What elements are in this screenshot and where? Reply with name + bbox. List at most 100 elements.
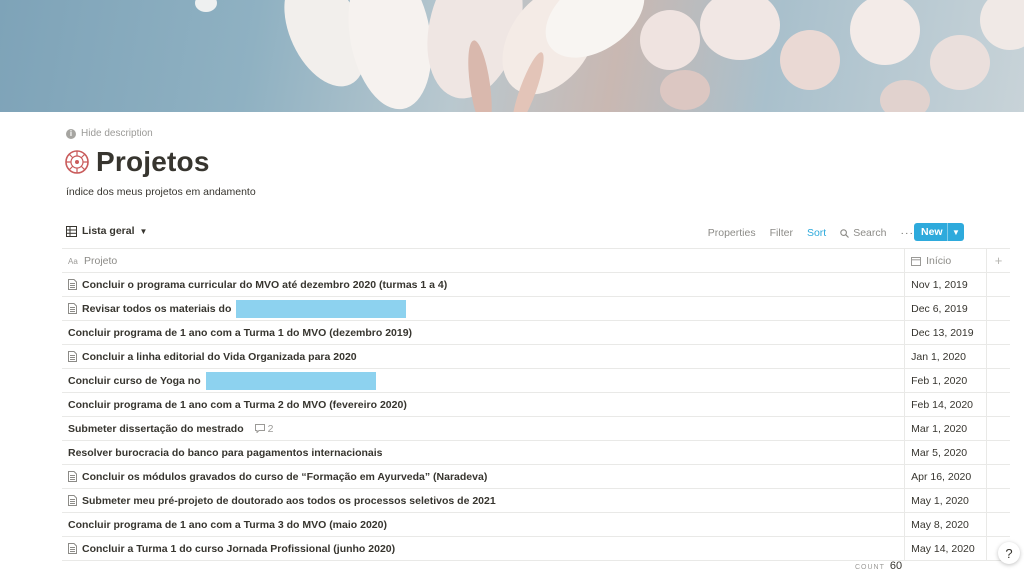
table-row[interactable]: Revisar todos os materiais do Dec 6, 2019 bbox=[62, 297, 1010, 321]
row-project-name: Concluir a linha editorial do Vida Organ… bbox=[82, 350, 357, 363]
row-project-cell[interactable]: Concluir curso de Yoga no bbox=[62, 369, 904, 392]
table-icon bbox=[66, 225, 77, 237]
row-project-name: Revisar todos os materiais do bbox=[82, 302, 232, 315]
row-project-cell[interactable]: Concluir a linha editorial do Vida Organ… bbox=[62, 345, 904, 368]
row-project-cell[interactable]: Concluir o programa curricular do MVO at… bbox=[62, 273, 904, 296]
table-header: Aa Projeto Início + bbox=[62, 248, 1010, 273]
row-empty-cell bbox=[986, 417, 1010, 440]
row-project-name: Concluir o programa curricular do MVO at… bbox=[82, 278, 448, 291]
hide-description-label: Hide description bbox=[81, 128, 153, 139]
projects-table: Aa Projeto Início + Concluir o programa … bbox=[62, 248, 1010, 561]
table-row[interactable]: Concluir programa de 1 ano com a Turma 1… bbox=[62, 321, 1010, 345]
row-empty-cell bbox=[986, 321, 1010, 344]
row-start-date[interactable]: May 8, 2020 bbox=[904, 513, 986, 536]
row-start-date[interactable]: Dec 6, 2019 bbox=[904, 297, 986, 320]
help-button[interactable]: ? bbox=[998, 542, 1020, 564]
filter-button[interactable]: Filter bbox=[770, 227, 793, 239]
row-start-date[interactable]: Mar 1, 2020 bbox=[904, 417, 986, 440]
chevron-down-icon: ▼ bbox=[139, 226, 148, 236]
row-project-cell[interactable]: Submeter dissertação do mestrado 2 bbox=[62, 417, 904, 440]
new-button[interactable]: New ▼ bbox=[914, 223, 964, 241]
column-header-projeto-label: Projeto bbox=[84, 254, 118, 267]
row-project-name: Concluir programa de 1 ano com a Turma 2… bbox=[68, 398, 407, 411]
row-project-name: Concluir programa de 1 ano com a Turma 3… bbox=[68, 518, 387, 531]
properties-button[interactable]: Properties bbox=[708, 227, 756, 239]
table-row[interactable]: Concluir os módulos gravados do curso de… bbox=[62, 465, 1010, 489]
table-row[interactable]: Submeter dissertação do mestrado 2 Mar 1, … bbox=[62, 417, 1010, 441]
row-project-cell[interactable]: Concluir programa de 1 ano com a Turma 2… bbox=[62, 393, 904, 416]
row-start-date[interactable]: Jan 1, 2020 bbox=[904, 345, 986, 368]
document-icon bbox=[68, 495, 77, 506]
page-description[interactable]: índice dos meus projetos em andamento bbox=[66, 186, 256, 198]
row-project-cell[interactable]: Submeter meu pré-projeto de doutorado ao… bbox=[62, 489, 904, 512]
cover-image bbox=[0, 0, 1024, 112]
hide-description-toggle[interactable]: i Hide description bbox=[66, 128, 153, 139]
view-name: Lista geral bbox=[82, 225, 135, 237]
new-button-label: New bbox=[921, 226, 943, 238]
row-empty-cell bbox=[986, 297, 1010, 320]
column-header-projeto[interactable]: Aa Projeto bbox=[62, 249, 904, 272]
row-empty-cell bbox=[986, 393, 1010, 416]
search-button[interactable]: Search bbox=[840, 227, 887, 239]
sort-button[interactable]: Sort bbox=[807, 227, 826, 239]
table-row[interactable]: Concluir a linha editorial do Vida Organ… bbox=[62, 345, 1010, 369]
row-empty-cell bbox=[986, 345, 1010, 368]
row-project-cell[interactable]: Resolver burocracia do banco para pagame… bbox=[62, 441, 904, 464]
add-property-button[interactable]: + bbox=[986, 249, 1010, 272]
row-project-cell[interactable]: Concluir programa de 1 ano com a Turma 1… bbox=[62, 321, 904, 344]
view-switcher[interactable]: Lista geral ▼ bbox=[66, 225, 147, 237]
more-options-button[interactable]: ··· bbox=[901, 227, 915, 239]
count-value: 60 bbox=[889, 560, 903, 572]
row-start-date[interactable]: Feb 1, 2020 bbox=[904, 369, 986, 392]
row-empty-cell bbox=[986, 489, 1010, 512]
comment-count[interactable]: 2 bbox=[254, 422, 274, 435]
table-row[interactable]: Concluir curso de Yoga no Feb 1, 2020 bbox=[62, 369, 1010, 393]
document-icon bbox=[68, 543, 77, 554]
toolbar-actions: Properties Filter Sort Search ··· bbox=[708, 222, 914, 244]
row-empty-cell bbox=[986, 441, 1010, 464]
document-icon bbox=[68, 303, 77, 314]
database-toolbar: Lista geral ▼ Properties Filter Sort Sea… bbox=[62, 222, 1010, 244]
row-project-cell[interactable]: Concluir a Turma 1 do curso Jornada Prof… bbox=[62, 537, 904, 560]
table-row[interactable]: Concluir a Turma 1 do curso Jornada Prof… bbox=[62, 537, 1010, 561]
table-row[interactable]: Concluir programa de 1 ano com a Turma 2… bbox=[62, 393, 1010, 417]
column-header-inicio[interactable]: Início bbox=[904, 249, 986, 272]
row-project-cell[interactable]: Concluir programa de 1 ano com a Turma 3… bbox=[62, 513, 904, 536]
row-project-name: Concluir programa de 1 ano com a Turma 1… bbox=[68, 326, 413, 339]
row-start-date[interactable]: Dec 13, 2019 bbox=[904, 321, 986, 344]
svg-text:Aa: Aa bbox=[68, 257, 78, 265]
row-project-name: Concluir curso de Yoga no bbox=[68, 374, 201, 387]
search-label: Search bbox=[853, 227, 887, 239]
document-icon bbox=[68, 471, 77, 482]
table-row[interactable]: Resolver burocracia do banco para pagame… bbox=[62, 441, 1010, 465]
column-header-inicio-label: Início bbox=[926, 254, 952, 267]
page-title[interactable]: Projetos bbox=[96, 146, 210, 178]
row-project-name: Submeter dissertação do mestrado bbox=[68, 422, 244, 435]
row-start-date[interactable]: May 14, 2020 bbox=[904, 537, 986, 560]
search-icon bbox=[840, 228, 850, 238]
row-start-date[interactable]: Nov 1, 2019 bbox=[904, 273, 986, 296]
calendar-icon bbox=[911, 256, 922, 266]
comment-icon bbox=[254, 424, 265, 433]
table-row[interactable]: Concluir o programa curricular do MVO at… bbox=[62, 273, 1010, 297]
row-project-cell[interactable]: Revisar todos os materiais do bbox=[62, 297, 904, 320]
page-header: Projetos bbox=[64, 146, 210, 178]
count-footer[interactable]: COUNT 60 bbox=[855, 560, 902, 572]
table-row[interactable]: Concluir programa de 1 ano com a Turma 3… bbox=[62, 513, 1010, 537]
row-project-name: Concluir os módulos gravados do curso de… bbox=[82, 470, 488, 483]
new-dropdown-chevron-icon[interactable]: ▼ bbox=[947, 223, 964, 241]
row-project-name: Resolver burocracia do banco para pagame… bbox=[68, 446, 383, 459]
table-row[interactable]: Submeter meu pré-projeto de doutorado ao… bbox=[62, 489, 1010, 513]
row-start-date[interactable]: Feb 14, 2020 bbox=[904, 393, 986, 416]
comment-count-value: 2 bbox=[267, 422, 274, 435]
row-project-name: Concluir a Turma 1 do curso Jornada Prof… bbox=[82, 542, 396, 555]
text-icon: Aa bbox=[68, 257, 78, 265]
mandala-icon[interactable] bbox=[64, 149, 90, 175]
row-start-date[interactable]: May 1, 2020 bbox=[904, 489, 986, 512]
row-start-date[interactable]: Mar 5, 2020 bbox=[904, 441, 986, 464]
row-start-date[interactable]: Apr 16, 2020 bbox=[904, 465, 986, 488]
row-project-cell[interactable]: Concluir os módulos gravados do curso de… bbox=[62, 465, 904, 488]
document-icon bbox=[68, 279, 77, 290]
redacted-block bbox=[205, 371, 376, 390]
row-empty-cell bbox=[986, 273, 1010, 296]
